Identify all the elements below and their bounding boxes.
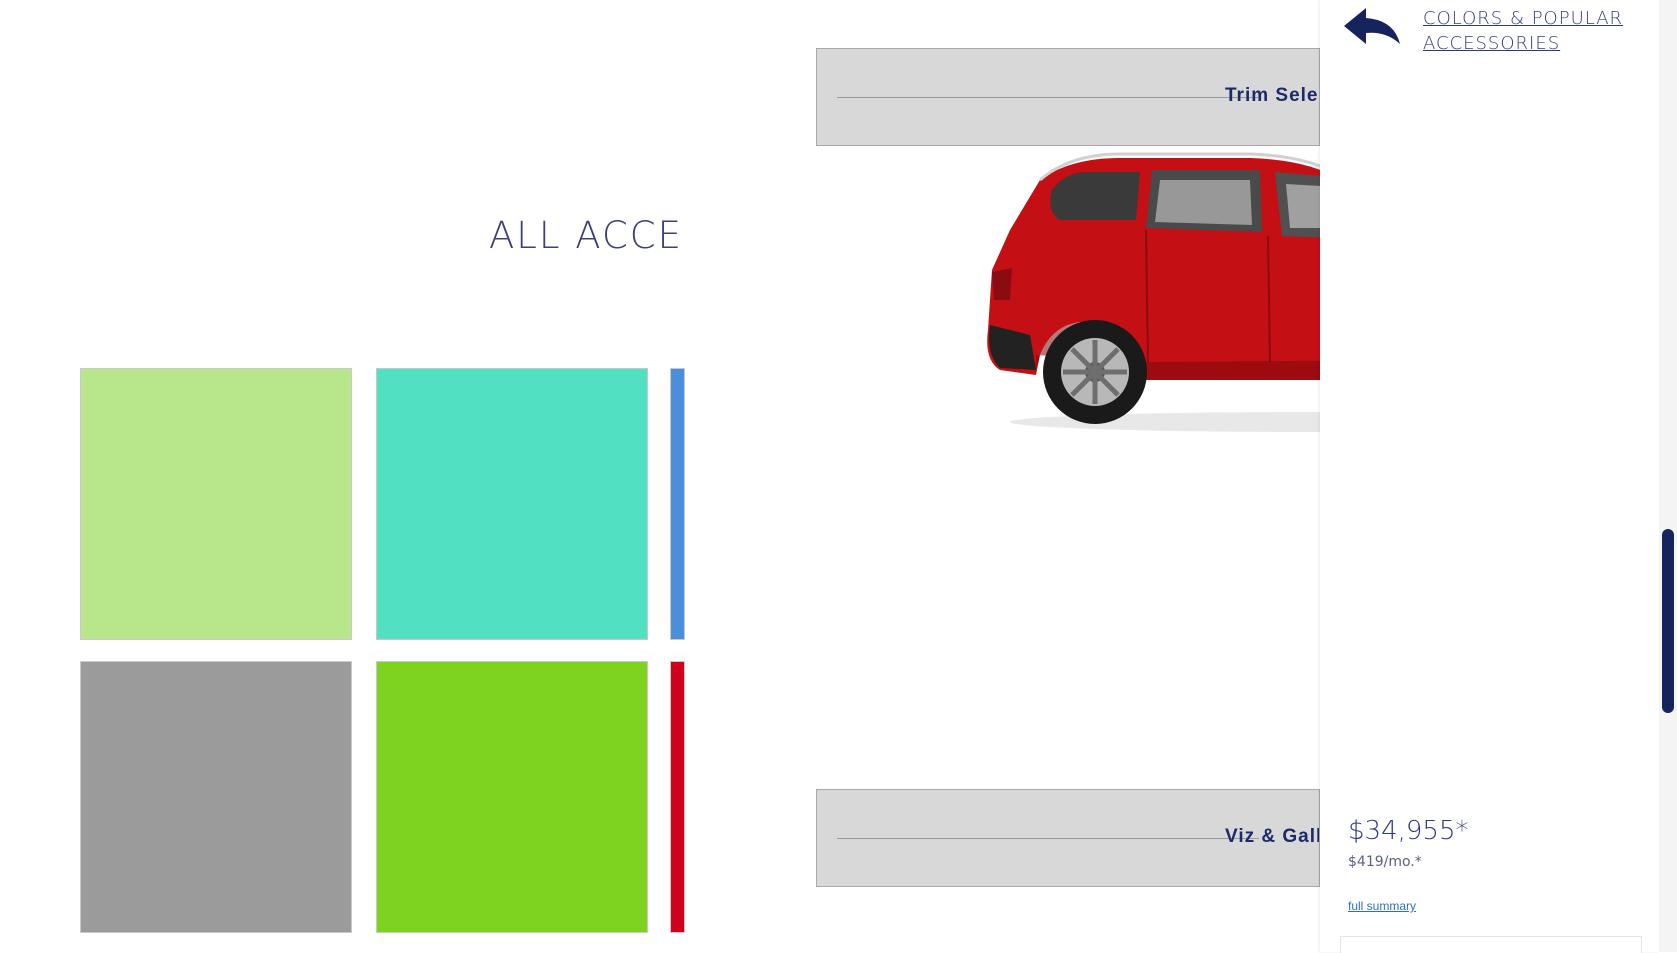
accessory-tile[interactable]: [80, 661, 352, 933]
back-arrow-icon[interactable]: [1340, 4, 1402, 48]
scrollbar-track[interactable]: [1659, 0, 1677, 952]
full-summary-link[interactable]: full summary: [1348, 899, 1416, 913]
viz-gallery-banner[interactable]: Viz & Gall: [816, 789, 1320, 887]
trim-selection-label: Trim Selec: [1225, 85, 1320, 106]
accessory-tile[interactable]: [80, 368, 352, 640]
accessory-tile[interactable]: [670, 661, 685, 933]
accessory-tile[interactable]: [376, 368, 648, 640]
panel-title-link[interactable]: COLORS & POPULAR ACCESSORIES: [1423, 6, 1633, 56]
accessory-tile[interactable]: [670, 368, 685, 640]
summary-panel: COLORS & POPULAR ACCESSORIES $34,955* $4…: [1320, 0, 1659, 953]
monthly-payment: $419/mo.*: [1348, 854, 1422, 870]
scrollbar-thumb[interactable]: [1662, 529, 1674, 713]
accessories-heading: ALL ACCES: [489, 214, 686, 257]
viz-gallery-label: Viz & Gall: [1225, 826, 1320, 847]
accessory-tile[interactable]: [376, 661, 648, 933]
banner-divider: [837, 838, 1259, 839]
rear-window: [1050, 172, 1140, 220]
banner-divider: [837, 97, 1259, 98]
panel-card-edge: [1340, 936, 1642, 953]
total-price: $34,955*: [1348, 816, 1469, 846]
rear-wheel: [1043, 320, 1147, 424]
trim-selection-banner[interactable]: Trim Selec: [816, 48, 1320, 146]
